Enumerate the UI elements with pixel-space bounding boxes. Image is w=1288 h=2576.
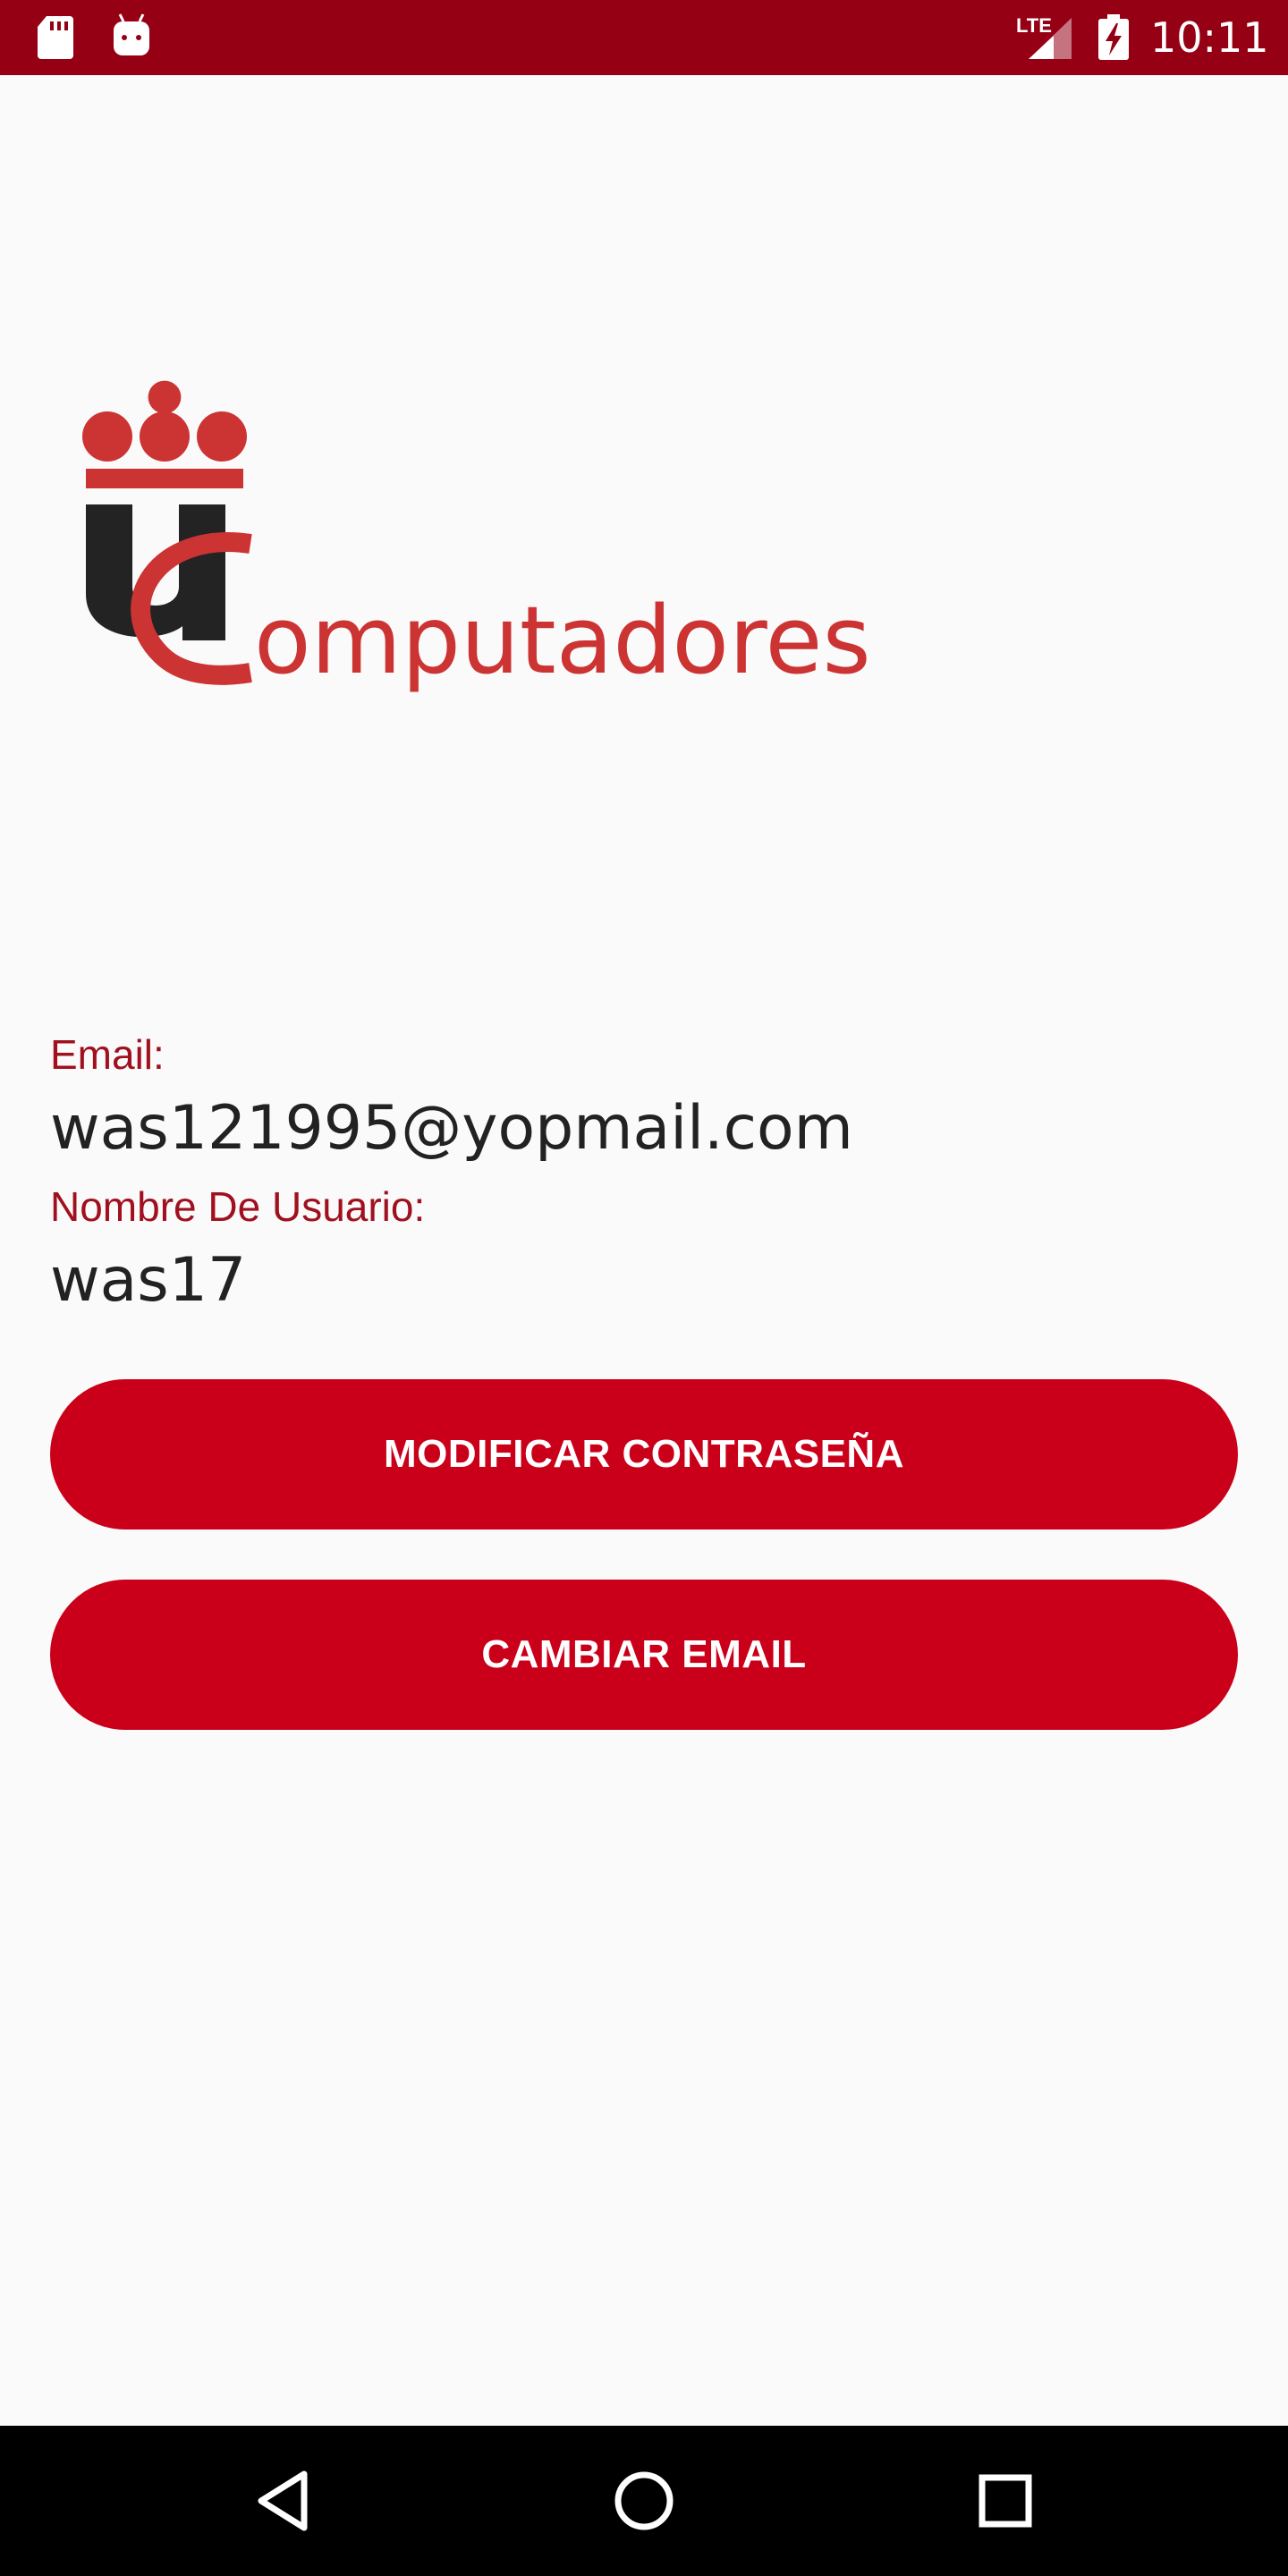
change-password-button[interactable]: MODIFICAR CONTRASEÑA [50,1379,1238,1530]
android-debug-icon [111,13,152,64]
recents-icon[interactable] [961,2456,1050,2546]
email-value: was121995@yopmail.com [50,1093,853,1164]
change-email-button[interactable]: CAMBIAR EMAIL [50,1580,1238,1730]
status-clock: 10:11 [1150,13,1269,62]
navigation-bar [0,2426,1288,2576]
back-icon[interactable] [238,2456,327,2546]
logo-wordmark: omputadores [254,586,871,695]
username-label: Nombre De Usuario: [50,1183,426,1230]
email-label: Email: [50,1031,165,1078]
home-icon[interactable] [599,2456,689,2546]
signal-icon [1027,18,1073,65]
username-value: was17 [50,1245,247,1316]
app-logo: omputadores [82,380,871,695]
battery-charging-icon [1097,14,1131,65]
crown-icon [82,380,247,488]
sd-card-icon [36,14,75,65]
status-bar: LTE 10:11 [0,0,1288,75]
